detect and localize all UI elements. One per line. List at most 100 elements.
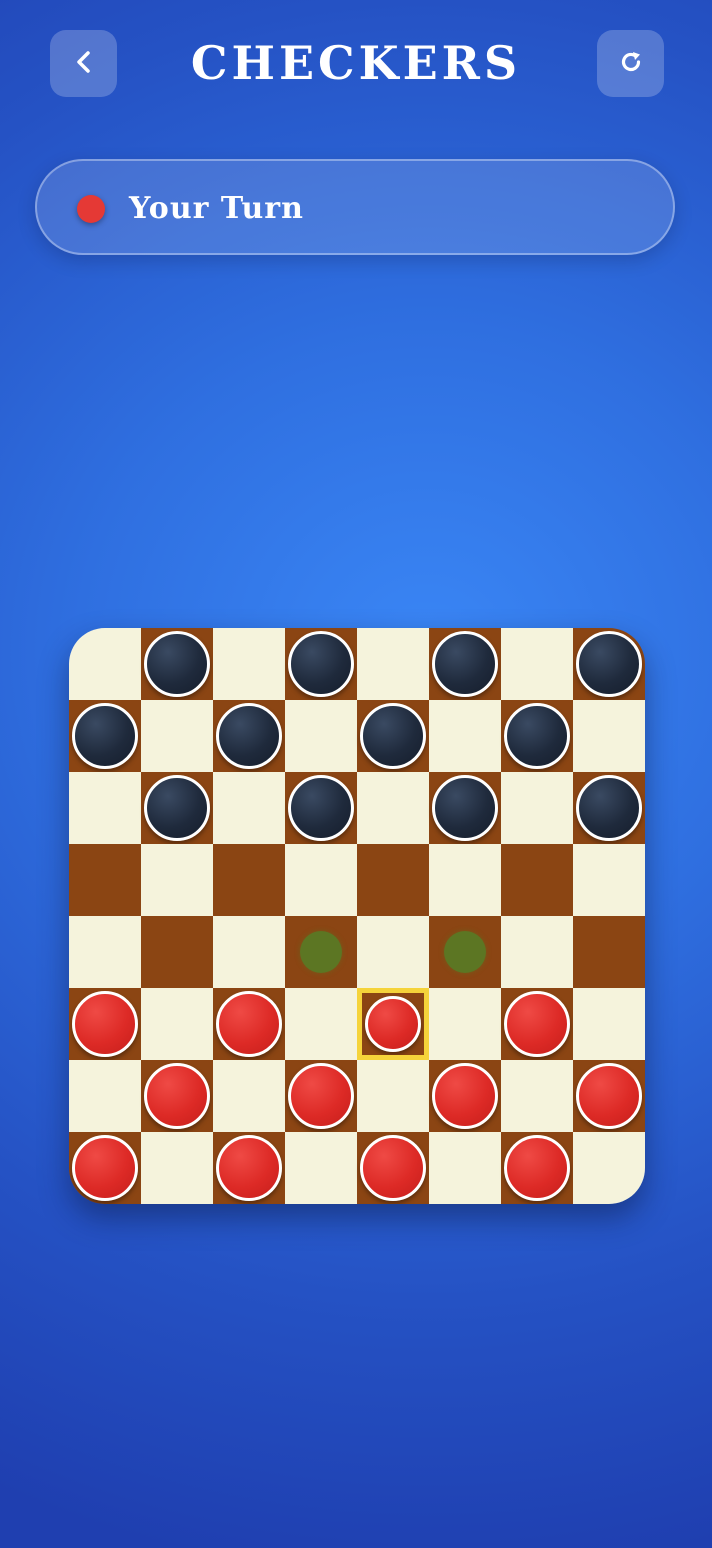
red-piece[interactable]	[144, 1063, 210, 1129]
checkers-board-frame	[69, 628, 645, 1204]
board-square[interactable]	[213, 988, 285, 1060]
board-square[interactable]	[141, 844, 213, 916]
board-square[interactable]	[573, 628, 645, 700]
red-piece[interactable]	[360, 1135, 426, 1201]
refresh-icon	[617, 48, 645, 80]
board-square[interactable]	[213, 1060, 285, 1132]
board-square[interactable]	[213, 1132, 285, 1204]
board-square[interactable]	[501, 628, 573, 700]
board-square[interactable]	[573, 1132, 645, 1204]
black-piece[interactable]	[72, 703, 138, 769]
board-square[interactable]	[69, 1132, 141, 1204]
board-square[interactable]	[357, 916, 429, 988]
red-piece[interactable]	[432, 1063, 498, 1129]
board-square[interactable]	[357, 988, 429, 1060]
black-piece[interactable]	[144, 631, 210, 697]
black-piece[interactable]	[144, 775, 210, 841]
board-square[interactable]	[285, 916, 357, 988]
board-square[interactable]	[429, 988, 501, 1060]
board-square[interactable]	[213, 700, 285, 772]
red-piece[interactable]	[216, 991, 282, 1057]
board-square[interactable]	[357, 772, 429, 844]
board-square[interactable]	[141, 1132, 213, 1204]
chevron-left-icon	[71, 49, 97, 79]
board-square[interactable]	[573, 988, 645, 1060]
board-square[interactable]	[357, 1060, 429, 1132]
board-square[interactable]	[357, 1132, 429, 1204]
black-piece[interactable]	[576, 631, 642, 697]
move-hint-marker[interactable]	[444, 931, 486, 973]
back-button[interactable]	[50, 30, 117, 97]
board-square[interactable]	[285, 628, 357, 700]
black-piece[interactable]	[576, 775, 642, 841]
board-square[interactable]	[213, 916, 285, 988]
board-square[interactable]	[501, 988, 573, 1060]
board-square[interactable]	[429, 772, 501, 844]
board-square[interactable]	[501, 1060, 573, 1132]
board-square[interactable]	[573, 916, 645, 988]
board-square[interactable]	[141, 700, 213, 772]
board-square[interactable]	[573, 700, 645, 772]
board-square[interactable]	[429, 916, 501, 988]
board-square[interactable]	[141, 988, 213, 1060]
board-square[interactable]	[69, 916, 141, 988]
selected-red-piece[interactable]	[365, 996, 421, 1052]
turn-status-text: Your Turn	[129, 191, 304, 226]
board-square[interactable]	[501, 772, 573, 844]
board-square[interactable]	[141, 916, 213, 988]
board-square[interactable]	[501, 700, 573, 772]
black-piece[interactable]	[432, 775, 498, 841]
board-square[interactable]	[141, 772, 213, 844]
board-square[interactable]	[501, 844, 573, 916]
board-square[interactable]	[357, 628, 429, 700]
board-square[interactable]	[429, 1132, 501, 1204]
board-square[interactable]	[285, 988, 357, 1060]
board-square[interactable]	[357, 700, 429, 772]
turn-indicator-dot	[77, 195, 105, 223]
red-piece[interactable]	[504, 1135, 570, 1201]
board-square[interactable]	[213, 628, 285, 700]
board-square[interactable]	[429, 628, 501, 700]
board-square[interactable]	[429, 1060, 501, 1132]
red-piece[interactable]	[72, 991, 138, 1057]
board-square[interactable]	[69, 844, 141, 916]
board-square[interactable]	[285, 1132, 357, 1204]
board-square[interactable]	[141, 1060, 213, 1132]
page-title: CHECKERS	[190, 36, 522, 90]
black-piece[interactable]	[288, 775, 354, 841]
board-square[interactable]	[285, 1060, 357, 1132]
board-square[interactable]	[69, 988, 141, 1060]
black-piece[interactable]	[288, 631, 354, 697]
board-square[interactable]	[429, 844, 501, 916]
red-piece[interactable]	[576, 1063, 642, 1129]
board-square[interactable]	[69, 772, 141, 844]
board-square[interactable]	[573, 1060, 645, 1132]
board-square[interactable]	[69, 700, 141, 772]
black-piece[interactable]	[360, 703, 426, 769]
board-square[interactable]	[501, 1132, 573, 1204]
board-square[interactable]	[501, 916, 573, 988]
black-piece[interactable]	[216, 703, 282, 769]
red-piece[interactable]	[288, 1063, 354, 1129]
move-hint-marker[interactable]	[300, 931, 342, 973]
board-square[interactable]	[213, 844, 285, 916]
black-piece[interactable]	[504, 703, 570, 769]
board-square[interactable]	[141, 628, 213, 700]
turn-status-bar: Your Turn	[35, 159, 675, 255]
red-piece[interactable]	[504, 991, 570, 1057]
restart-button[interactable]	[597, 30, 664, 97]
black-piece[interactable]	[432, 631, 498, 697]
board-square[interactable]	[285, 772, 357, 844]
board-square[interactable]	[285, 700, 357, 772]
red-piece[interactable]	[72, 1135, 138, 1201]
board-square[interactable]	[213, 772, 285, 844]
red-piece[interactable]	[216, 1135, 282, 1201]
board-square[interactable]	[285, 844, 357, 916]
board-square[interactable]	[573, 844, 645, 916]
checkers-board	[69, 628, 645, 1204]
board-square[interactable]	[429, 700, 501, 772]
board-square[interactable]	[357, 844, 429, 916]
board-square[interactable]	[69, 1060, 141, 1132]
board-square[interactable]	[573, 772, 645, 844]
board-square[interactable]	[69, 628, 141, 700]
